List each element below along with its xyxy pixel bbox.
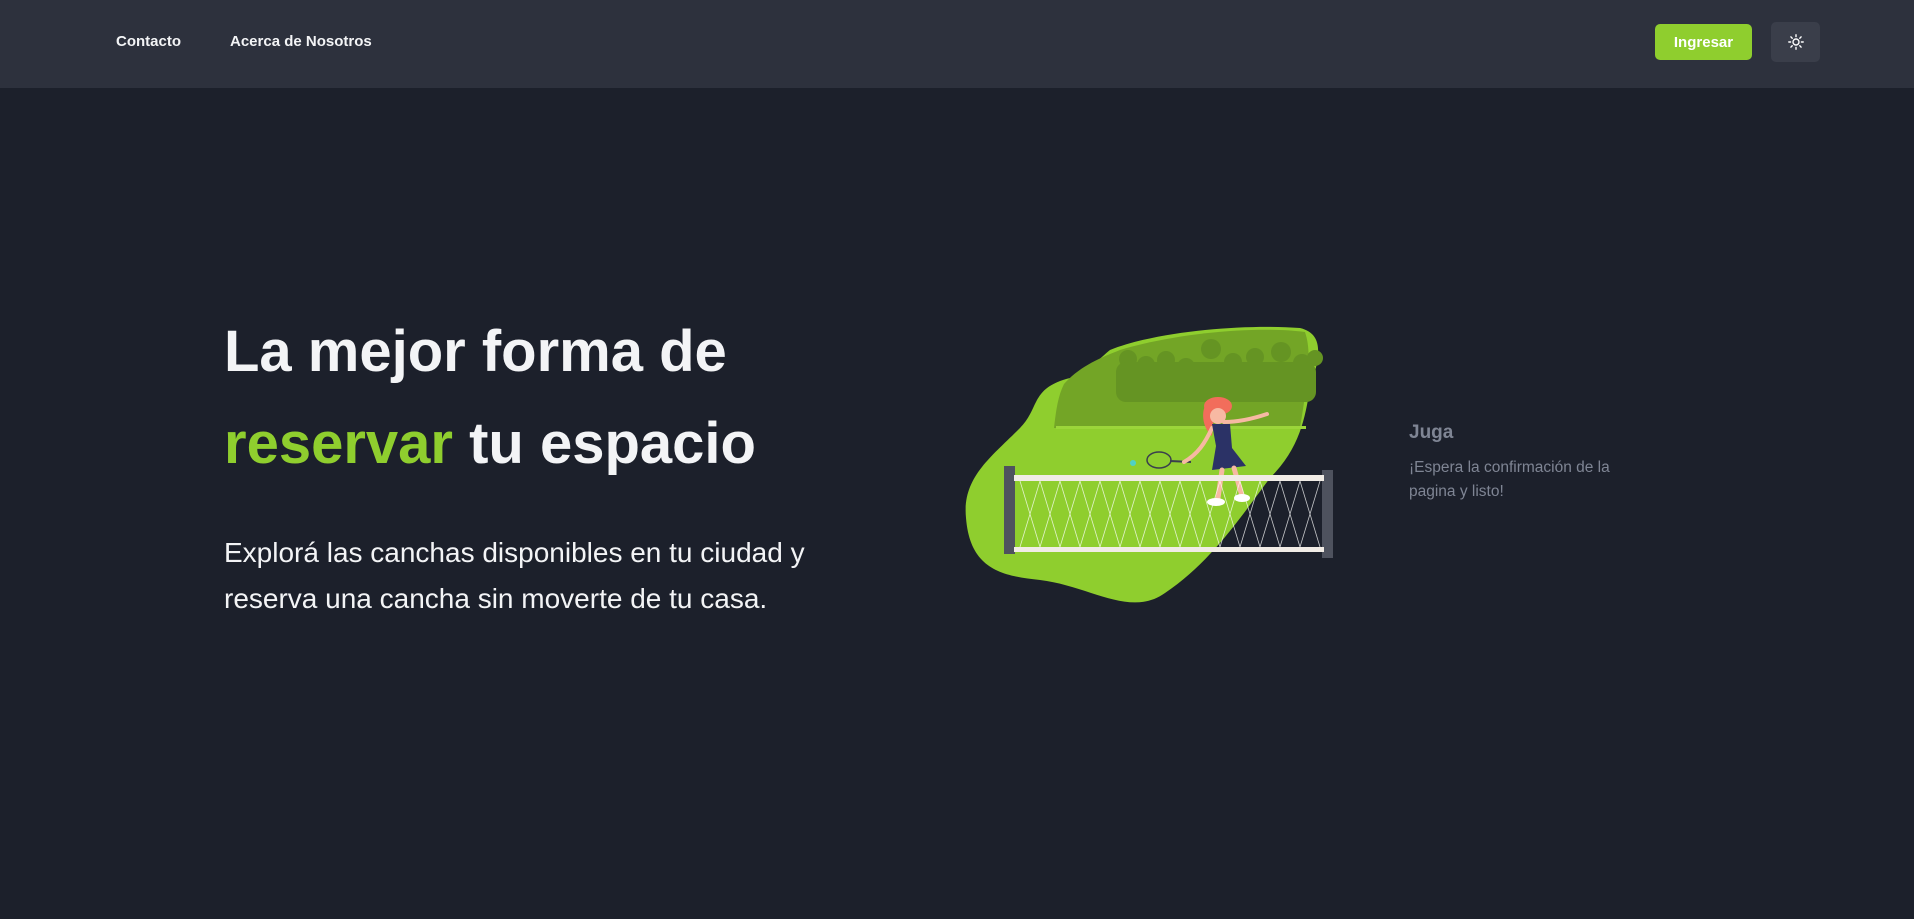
nav-link-contacto[interactable]: Contacto <box>116 32 181 52</box>
hero-title-accent: reservar <box>224 411 453 476</box>
navbar: Contacto Acerca de Nosotros Ingresar <box>0 0 1914 88</box>
hero-subtitle: Explorá las canchas disponibles en tu ci… <box>224 537 805 614</box>
step-title: Juga <box>1409 422 1454 443</box>
step-description: ¡Espera la confirmación de la pagina y l… <box>1409 459 1610 500</box>
tennis-player-illustration <box>965 326 1333 603</box>
nav-link-acerca-de-nosotros[interactable]: Acerca de Nosotros <box>230 32 372 52</box>
login-button[interactable]: Ingresar <box>1655 24 1752 60</box>
theme-toggle-button[interactable] <box>1771 22 1820 62</box>
hero-title-line1: La mejor forma de <box>224 319 727 384</box>
hero-title: La mejor forma de reservar tu espacio <box>224 306 924 490</box>
sun-icon <box>1787 34 1804 50</box>
hero-title-rest: tu espacio <box>453 411 756 476</box>
